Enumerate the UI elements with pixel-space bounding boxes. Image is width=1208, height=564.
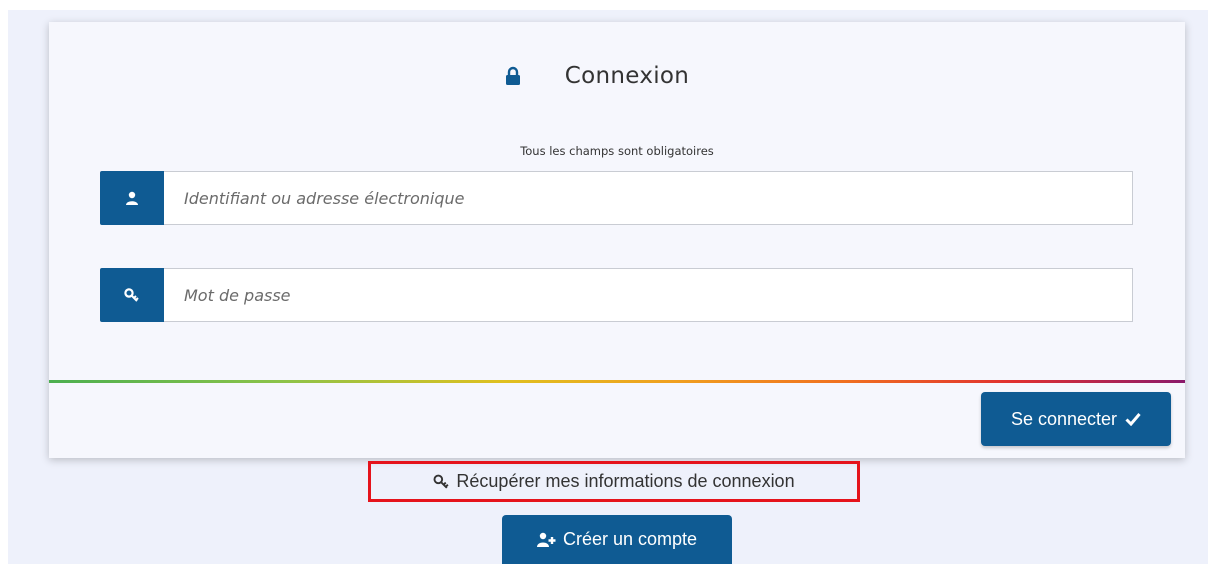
panel-header: Connexion <box>49 60 1185 92</box>
username-input[interactable] <box>182 187 1132 209</box>
login-submit-label: Se connecter <box>1010 408 1118 429</box>
login-panel: Connexion Tous les champs sont obligatoi… <box>49 22 1185 458</box>
user-icon <box>126 191 138 205</box>
create-account-label: Créer un compte <box>562 529 698 549</box>
recover-credentials-link[interactable]: Récupérer mes informations de connexion <box>368 461 860 502</box>
recover-credentials-label: Récupérer mes informations de connexion <box>456 471 795 491</box>
username-addon <box>100 171 164 225</box>
username-field-group <box>100 171 1133 225</box>
lock-icon <box>505 66 520 85</box>
page-title: Connexion <box>564 63 690 89</box>
create-account-button[interactable]: Créer un compte <box>502 515 732 564</box>
login-submit-button[interactable]: Se connecter <box>981 392 1171 446</box>
user-plus-icon <box>536 532 556 547</box>
password-input-box <box>164 268 1133 322</box>
username-input-box <box>164 171 1133 225</box>
rainbow-divider <box>49 380 1185 383</box>
check-icon <box>1125 413 1141 426</box>
password-field-group <box>100 268 1133 322</box>
required-fields-note: Tous les champs sont obligatoires <box>520 144 714 158</box>
key-icon <box>433 474 449 489</box>
key-icon <box>124 288 139 302</box>
password-addon <box>100 268 164 322</box>
password-input[interactable] <box>182 284 1132 306</box>
